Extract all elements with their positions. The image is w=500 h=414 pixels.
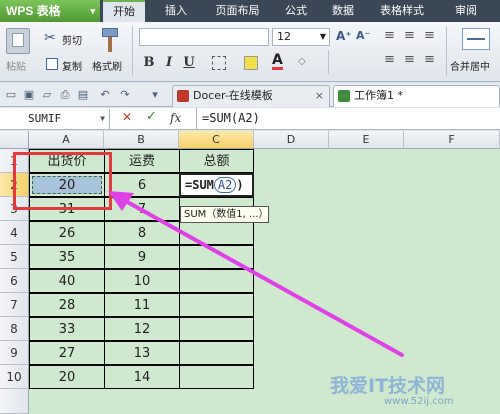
save-icon[interactable]: ▣: [22, 88, 36, 102]
tab-table-style[interactable]: 表格样式: [368, 0, 436, 22]
watermark-text: 我爱IT技术网: [330, 375, 446, 397]
bold-button[interactable]: B: [140, 54, 158, 72]
align-middle-icon[interactable]: ≡: [404, 28, 415, 43]
align-right-icon[interactable]: ≡: [424, 52, 435, 67]
ribbon-divider: [446, 26, 447, 76]
close-icon[interactable]: ×: [315, 86, 324, 106]
paste-button[interactable]: 粘贴: [6, 58, 26, 73]
chevron-down-icon: ▼: [319, 32, 326, 41]
insert-function-icon[interactable]: fx: [170, 111, 181, 125]
chevron-down-icon: ▾: [90, 6, 95, 16]
name-box-value: SUMIF: [28, 112, 62, 125]
redo-icon[interactable]: ↷: [118, 88, 132, 102]
align-bottom-icon[interactable]: ≡: [424, 28, 435, 43]
open-folder-icon[interactable]: ▱: [40, 88, 54, 102]
underline-button[interactable]: U: [180, 54, 198, 72]
tab-home[interactable]: 开始: [103, 0, 145, 22]
copy-icon[interactable]: [46, 58, 58, 70]
formula-input[interactable]: =SUM(A2): [202, 111, 260, 125]
grow-font-icon[interactable]: A⁺: [336, 29, 352, 43]
formula-bar: SUMIF ▼ ✕ ✓ fx =SUM(A2): [0, 108, 500, 130]
font-color-icon[interactable]: A: [272, 53, 283, 70]
tab-formulas[interactable]: 公式: [275, 0, 317, 22]
align-left-icon[interactable]: ≡: [384, 52, 395, 67]
cut-button[interactable]: 剪切: [62, 32, 82, 47]
cancel-icon[interactable]: ✕: [122, 110, 132, 124]
tab-workbook-label: 工作簿1 *: [354, 89, 403, 102]
confirm-icon[interactable]: ✓: [146, 109, 157, 124]
tab-page-layout[interactable]: 页面布局: [205, 0, 270, 22]
font-name-select[interactable]: [139, 28, 269, 46]
merge-center-button[interactable]: 合并居中: [450, 58, 490, 73]
borders-icon[interactable]: [212, 56, 226, 70]
app-menu-button[interactable]: WPS 表格 ▾: [0, 0, 100, 22]
clear-format-icon[interactable]: ◇: [298, 56, 306, 67]
font-size-select[interactable]: 12 ▼: [272, 28, 330, 46]
watermark-url: www.52ij.com: [384, 396, 454, 407]
copy-button[interactable]: 复制: [62, 58, 82, 73]
ribbon-divider: [132, 26, 133, 76]
scissors-icon[interactable]: ✂: [44, 30, 56, 46]
ribbon-divider: [328, 50, 329, 74]
format-painter-icon[interactable]: [102, 28, 118, 54]
chevron-down-icon[interactable]: ▼: [100, 109, 105, 129]
chevron-down-icon[interactable]: ▾: [148, 88, 162, 102]
tab-data[interactable]: 数据: [322, 0, 364, 22]
spreadsheet-grid[interactable]: A B C D E F 1 出货价 运费 总额 2 20 6 =SUM A2) 3…: [0, 131, 500, 414]
name-box[interactable]: SUMIF ▼: [0, 109, 110, 129]
docer-logo-icon: [177, 90, 189, 102]
font-size-value: 12: [277, 30, 291, 43]
tab-docer-label: Docer-在线模板: [193, 89, 273, 102]
tab-review[interactable]: 审阅: [442, 0, 490, 22]
menu-bar: WPS 表格 ▾ 开始 插入 页面布局 公式 数据 表格样式 审阅: [0, 0, 500, 22]
fill-color-icon[interactable]: [244, 56, 258, 70]
italic-button[interactable]: I: [160, 54, 178, 72]
formula-bar-divider: [196, 108, 197, 129]
print-preview-icon[interactable]: ▤: [76, 88, 90, 102]
document-tab-bar: ▭ ▣ ▱ ⎙ ▤ ↶ ↷ ▾ Docer-在线模板 × 工作簿1 *: [0, 83, 500, 107]
new-file-icon[interactable]: ▭: [4, 88, 18, 102]
tab-insert[interactable]: 插入: [155, 0, 197, 22]
align-top-icon[interactable]: ≡: [384, 28, 395, 43]
merge-center-icon[interactable]: [462, 28, 490, 50]
paste-icon[interactable]: [6, 28, 30, 54]
tab-workbook[interactable]: 工作簿1 *: [333, 85, 500, 107]
spreadsheet-icon: [338, 90, 350, 102]
ribbon: 粘贴 ✂ 剪切 复制 格式刷 12 ▼ A⁺ A⁻ B I U A ◇ ≡ ≡ …: [0, 22, 500, 82]
shrink-font-icon[interactable]: A⁻: [356, 29, 370, 42]
print-icon[interactable]: ⎙: [58, 88, 72, 102]
app-name: WPS 表格: [6, 4, 61, 18]
align-center-icon[interactable]: ≡: [404, 52, 415, 67]
tab-docer[interactable]: Docer-在线模板 ×: [172, 85, 330, 107]
format-painter-button[interactable]: 格式刷: [92, 58, 122, 73]
undo-icon[interactable]: ↶: [98, 88, 112, 102]
